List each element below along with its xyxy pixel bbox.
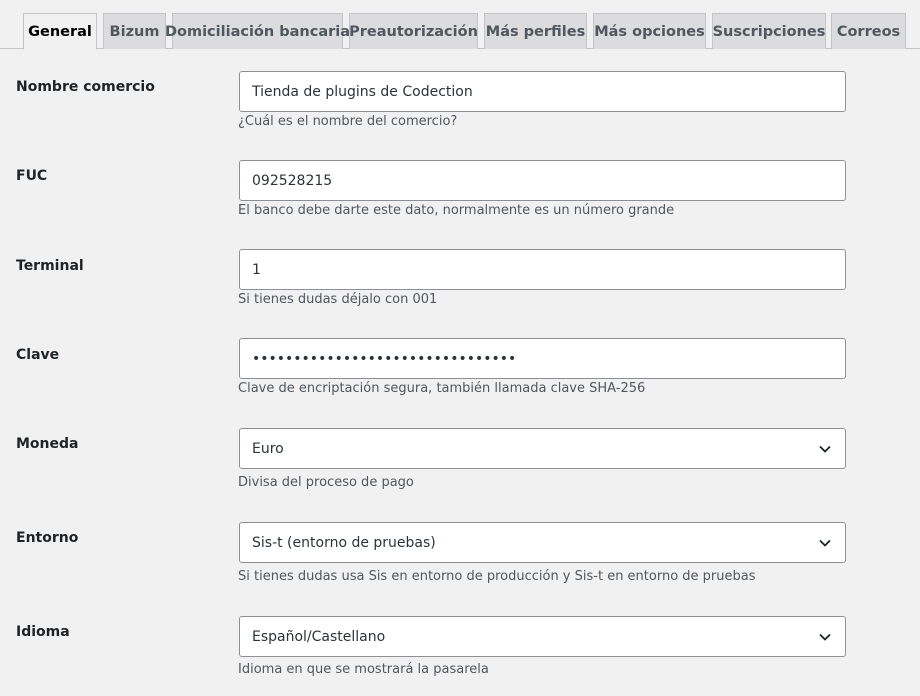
terminal-input[interactable] bbox=[239, 249, 846, 290]
fuc-label: FUC bbox=[16, 168, 48, 184]
idioma-select[interactable]: Español/Castellano bbox=[239, 616, 846, 657]
clave-label: Clave bbox=[16, 347, 60, 363]
tab-label: Preautorización bbox=[349, 23, 478, 40]
chevron-down-icon bbox=[817, 535, 833, 551]
tab-preautorizacion[interactable]: Preautorización bbox=[349, 13, 478, 49]
moneda-description: Divisa del proceso de pago bbox=[238, 475, 414, 490]
fuc-input[interactable] bbox=[239, 160, 846, 201]
entorno-description: Si tienes dudas usa Sis en entorno de pr… bbox=[238, 569, 756, 584]
tab-correos[interactable]: Correos bbox=[831, 13, 906, 49]
entorno-selected-value: Sis-t (entorno de pruebas) bbox=[252, 534, 436, 551]
moneda-select[interactable]: Euro bbox=[239, 428, 846, 469]
moneda-label: Moneda bbox=[16, 436, 79, 452]
tab-domiciliacion-bancaria[interactable]: Domiciliación bancaria bbox=[165, 13, 350, 49]
tab-bizum[interactable]: Bizum bbox=[103, 13, 166, 49]
tab-label: General bbox=[28, 23, 92, 40]
terminal-description: Si tienes dudas déjalo con 001 bbox=[238, 292, 438, 307]
clave-password-input[interactable] bbox=[239, 338, 846, 379]
tab-mas-perfiles[interactable]: Más perfiles bbox=[484, 13, 587, 49]
tab-label: Suscripciones bbox=[712, 23, 826, 40]
tab-mas-opciones[interactable]: Más opciones bbox=[593, 13, 706, 49]
idioma-selected-value: Español/Castellano bbox=[252, 628, 386, 645]
tab-general[interactable]: General bbox=[23, 13, 97, 50]
terminal-label: Terminal bbox=[16, 258, 84, 274]
chevron-down-icon bbox=[817, 441, 833, 457]
tab-suscripciones[interactable]: Suscripciones bbox=[712, 13, 826, 49]
settings-tabs: General Bizum Domiciliación bancaria Pre… bbox=[0, 0, 920, 50]
nombre-comercio-label: Nombre comercio bbox=[16, 79, 155, 95]
moneda-selected-value: Euro bbox=[252, 440, 284, 457]
tab-label: Domiciliación bancaria bbox=[164, 23, 351, 40]
tab-label: Más opciones bbox=[594, 23, 705, 40]
tab-label: Más perfiles bbox=[485, 23, 586, 40]
entorno-label: Entorno bbox=[16, 530, 79, 546]
chevron-down-icon bbox=[817, 629, 833, 645]
tab-label: Correos bbox=[836, 23, 901, 40]
tab-label: Bizum bbox=[109, 23, 160, 40]
fuc-description: El banco debe darte este dato, normalmen… bbox=[238, 203, 675, 218]
idioma-label: Idioma bbox=[16, 624, 70, 640]
clave-description: Clave de encriptación segura, también ll… bbox=[238, 381, 646, 396]
idioma-description: Idioma en que se mostrará la pasarela bbox=[238, 662, 489, 677]
nombre-comercio-description: ¿Cuál es el nombre del comercio? bbox=[238, 114, 458, 129]
nombre-comercio-input[interactable] bbox=[239, 71, 846, 112]
entorno-select[interactable]: Sis-t (entorno de pruebas) bbox=[239, 522, 846, 563]
